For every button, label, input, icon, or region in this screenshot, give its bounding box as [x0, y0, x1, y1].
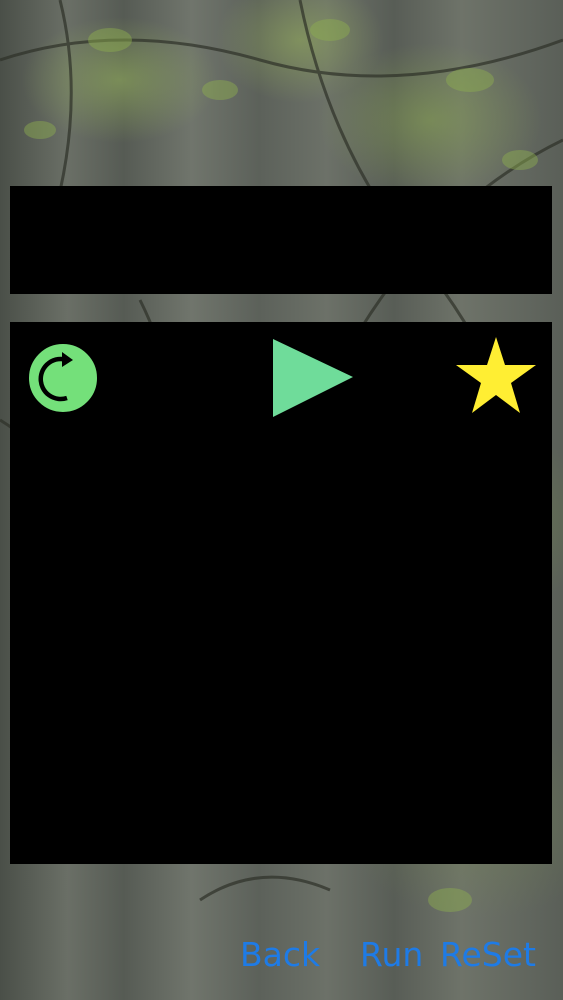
grid-cell[interactable]: [235, 547, 326, 638]
game-grid: [10, 322, 552, 864]
grid-cell[interactable]: [127, 547, 218, 638]
command-slot[interactable]: [344, 195, 435, 285]
command-slot[interactable]: [19, 195, 110, 285]
command-slot[interactable]: [127, 195, 218, 285]
rotate-token-icon[interactable]: [27, 342, 99, 414]
grid-cell[interactable]: [19, 439, 110, 530]
grid-cell[interactable]: [452, 439, 543, 530]
goal-star-icon: [455, 337, 536, 413]
control-bar: Back Run ReSet: [0, 935, 563, 985]
grid-cell[interactable]: [19, 656, 110, 747]
grid-cell[interactable]: [235, 656, 326, 747]
grid-cell[interactable]: [127, 656, 218, 747]
grid-cell[interactable]: [235, 331, 354, 422]
reset-button[interactable]: ReSet: [440, 935, 536, 974]
grid-cell[interactable]: [127, 764, 218, 855]
command-slot[interactable]: [235, 195, 326, 285]
grid-cell[interactable]: [19, 547, 110, 638]
grid-cell[interactable]: [344, 331, 435, 422]
grid-cell[interactable]: [452, 764, 543, 855]
grid-cell[interactable]: [344, 764, 435, 855]
back-button[interactable]: Back: [240, 935, 320, 974]
grid-cell[interactable]: [452, 331, 543, 422]
command-slots: [10, 186, 552, 294]
grid-cell[interactable]: [344, 439, 435, 530]
grid-cell[interactable]: [235, 439, 326, 530]
grid-cell[interactable]: [19, 764, 110, 855]
command-slot[interactable]: [452, 195, 543, 285]
grid-cell[interactable]: [344, 547, 435, 638]
grid-cell[interactable]: [19, 331, 110, 422]
grid-cell[interactable]: [452, 656, 543, 747]
grid-cell[interactable]: [452, 547, 543, 638]
blocked-cell: [127, 439, 219, 531]
grid-cell[interactable]: [127, 331, 218, 422]
run-button[interactable]: Run: [360, 935, 423, 974]
grid-cell[interactable]: [235, 764, 326, 855]
grid-cell[interactable]: [344, 656, 435, 747]
